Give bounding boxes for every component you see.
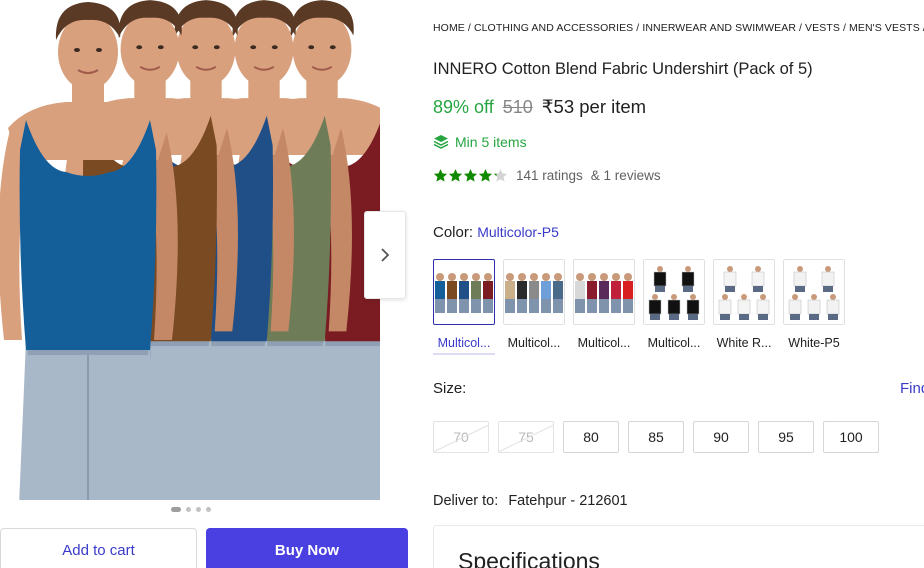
buy-now-button[interactable]: Buy Now — [206, 528, 408, 568]
discount-percent: 89% off — [433, 97, 494, 117]
swatch-image — [788, 266, 840, 320]
size-option[interactable]: 85 — [628, 421, 684, 453]
breadcrumb-separator: / — [467, 22, 471, 34]
original-price: 510 — [502, 97, 533, 117]
swatch-thumbnail[interactable] — [713, 259, 775, 325]
ratings-count: 141 ratings — [516, 168, 583, 183]
size-option[interactable]: 80 — [563, 421, 619, 453]
min-items-text: Min 5 items — [455, 134, 527, 150]
breadcrumb-item[interactable]: MEN'S VESTS — [849, 22, 920, 34]
selected-color: Multicolor-P5 — [477, 224, 559, 240]
swatch-thumbnail[interactable] — [783, 259, 845, 325]
color-swatch[interactable]: Multicol... — [643, 259, 705, 355]
size-option[interactable]: 90 — [693, 421, 749, 453]
star-icon — [493, 169, 508, 182]
color-swatch[interactable]: Multicol... — [573, 259, 635, 355]
product-image[interactable] — [0, 0, 380, 500]
breadcrumb-separator: / — [799, 22, 803, 34]
swatch-image — [648, 266, 700, 320]
specifications-title: Specifications — [458, 548, 600, 568]
size-options: 70 75 80 85 90 95 100 — [433, 421, 879, 453]
color-swatch[interactable]: Multicol... — [503, 259, 565, 355]
swatch-thumbnail[interactable] — [573, 259, 635, 325]
min-items-info: Min 5 items — [433, 134, 527, 150]
swatch-image — [718, 266, 770, 320]
color-swatch[interactable]: White R... — [713, 259, 775, 355]
star-icon — [478, 169, 493, 182]
breadcrumb-separator: / — [636, 22, 640, 34]
selling-price: ₹53 per item — [541, 96, 647, 117]
swatch-label: Multicol... — [577, 336, 631, 350]
breadcrumb-item[interactable]: VESTS — [805, 22, 840, 34]
swatch-label: Multicol... — [507, 336, 561, 350]
color-swatch[interactable]: Multicol... — [433, 259, 495, 355]
product-title: INNERO Cotton Blend Fabric Undershirt (P… — [433, 60, 813, 78]
breadcrumb-separator: / — [842, 22, 847, 34]
chevron-right-icon — [381, 248, 390, 262]
breadcrumb: HOME / CLOTHING AND ACCESSORIES / INNERWEAR … — [433, 22, 924, 34]
size-option[interactable]: 100 — [823, 421, 879, 453]
pagination-dot[interactable] — [206, 507, 211, 512]
delivery-info: Deliver to: Fatehpur - 212601 — [433, 493, 628, 509]
swatch-label: White R... — [716, 336, 772, 350]
star-rating — [433, 168, 508, 183]
swatch-label: White-P5 — [788, 336, 840, 350]
swatch-image — [505, 273, 563, 313]
breadcrumb-item[interactable]: HOME — [433, 22, 465, 34]
product-details: HOME / CLOTHING AND ACCESSORIES / INNERWEAR … — [433, 0, 924, 568]
star-icon — [463, 169, 478, 182]
next-image-button[interactable] — [364, 211, 406, 299]
color-swatches: Multicol... Multicol... Multicol... Multico… — [433, 259, 845, 355]
pagination-dot[interactable] — [196, 507, 201, 512]
color-label-text: Color: — [433, 224, 474, 241]
action-buttons: Add to cart Buy Now — [0, 528, 418, 568]
swatch-image — [435, 273, 493, 313]
color-label: Color: Multicolor-P5 — [433, 224, 559, 241]
rating-row[interactable]: 141 ratings & 1 reviews — [433, 168, 661, 183]
swatch-thumbnail[interactable] — [643, 259, 705, 325]
swatch-label: Multicol... — [647, 336, 701, 350]
swatch-thumbnail[interactable] — [503, 259, 565, 325]
size-option[interactable]: 95 — [758, 421, 814, 453]
swatch-label: Multicol... — [437, 336, 491, 350]
swatch-image — [575, 273, 633, 313]
size-option: 70 — [433, 421, 489, 453]
star-icon — [448, 169, 463, 182]
delivery-location[interactable]: Fatehpur - 212601 — [508, 493, 627, 509]
product-gallery: Add to cart Buy Now — [0, 0, 418, 568]
pagination-dot[interactable] — [171, 507, 181, 512]
specifications-panel: Specifications — [433, 525, 924, 568]
star-icon — [433, 169, 448, 182]
swatch-thumbnail[interactable] — [433, 259, 495, 325]
breadcrumb-item[interactable]: CLOTHING AND ACCESSORIES — [474, 22, 633, 34]
add-to-cart-button[interactable]: Add to cart — [0, 528, 197, 568]
pagination-dot[interactable] — [186, 507, 191, 512]
image-pagination — [171, 507, 211, 512]
selected-indicator — [433, 353, 495, 355]
price-row: 89% off 510 ₹53 per item — [433, 96, 646, 118]
size-label: Size: — [433, 380, 467, 397]
size-chart-link[interactable]: Find — [900, 380, 924, 397]
reviews-count: & 1 reviews — [590, 168, 661, 183]
layers-icon — [433, 135, 449, 149]
size-option: 75 — [498, 421, 554, 453]
breadcrumb-item[interactable]: INNERWEAR AND SWIMWEAR — [642, 22, 796, 34]
color-swatch[interactable]: White-P5 — [783, 259, 845, 355]
deliver-to-label: Deliver to: — [433, 493, 499, 509]
product-photo — [0, 0, 380, 500]
